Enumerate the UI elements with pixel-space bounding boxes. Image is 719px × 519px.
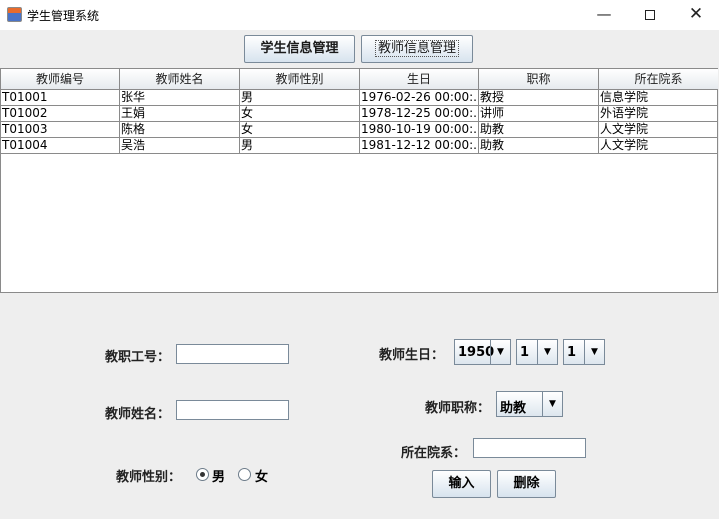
minimize-button[interactable]: —: [581, 0, 627, 30]
table-cell: 1978-12-25 00:00:...: [361, 106, 479, 121]
gender-male-label[interactable]: 男: [212, 466, 225, 485]
table-cell: 女: [240, 122, 360, 137]
table-cell: 男: [240, 138, 360, 153]
teacher-info-button[interactable]: 教师信息管理: [361, 35, 473, 63]
window-title: 学生管理系统: [27, 9, 100, 23]
birth-year-select[interactable]: 1950 ▼: [454, 339, 511, 365]
teacher-name-field[interactable]: [176, 400, 289, 420]
birth-month-select[interactable]: 1 ▼: [516, 339, 558, 365]
table-header: 教师编号 教师姓名 教师性别 生日 职称 所在院系: [1, 69, 718, 90]
table-row[interactable]: T01004 吴浩 男 1981-12-12 00:00:... 助教 人文学院: [1, 138, 718, 154]
department-field[interactable]: [473, 438, 586, 458]
chevron-down-icon: ▼: [490, 340, 510, 364]
delete-button[interactable]: 删除: [497, 470, 556, 498]
teacher-table[interactable]: 教师编号 教师姓名 教师性别 生日 职称 所在院系 T01001 张华 男 19…: [0, 68, 718, 293]
table-cell: 讲师: [479, 106, 599, 121]
birthday-label: 教师生日：: [379, 348, 445, 363]
column-header[interactable]: 职称: [479, 69, 599, 90]
teacher-name-label: 教师姓名：: [105, 407, 171, 422]
column-header[interactable]: 教师编号: [1, 69, 120, 90]
staff-id-label: 教职工号：: [105, 350, 171, 365]
teacher-title-label: 教师职称：: [425, 401, 491, 416]
title-bar: 学生管理系统 — ✕: [0, 0, 719, 30]
table-cell: T01004: [1, 138, 120, 153]
table-cell: T01001: [1, 90, 120, 105]
chevron-down-icon: ▼: [542, 392, 562, 416]
table-cell: 教授: [479, 90, 599, 105]
java-app-icon: [7, 7, 22, 22]
birth-day-select[interactable]: 1 ▼: [563, 339, 605, 365]
table-cell: T01002: [1, 106, 120, 121]
chevron-down-icon: ▼: [584, 340, 604, 364]
staff-id-field[interactable]: [176, 344, 289, 364]
gender-male-radio[interactable]: [196, 468, 209, 481]
birth-day-value: 1: [567, 345, 577, 360]
table-cell: 助教: [479, 138, 599, 153]
table-cell: T01003: [1, 122, 120, 137]
teacher-title-value: 助教: [500, 401, 527, 416]
birth-year-value: 1950: [458, 345, 495, 360]
table-cell: 1980-10-19 00:00:...: [361, 122, 479, 137]
table-cell: 外语学院: [600, 106, 649, 120]
maximize-icon: [645, 10, 655, 20]
table-cell: 信息学院: [600, 90, 649, 104]
gender-female-radio[interactable]: [238, 468, 251, 481]
close-button[interactable]: ✕: [673, 0, 719, 30]
table-cell: 人文学院: [600, 138, 649, 152]
student-info-button[interactable]: 学生信息管理: [244, 35, 355, 63]
maximize-button[interactable]: [627, 0, 673, 30]
table-row[interactable]: T01003 陈格 女 1980-10-19 00:00:... 助教 人文学院: [1, 122, 718, 138]
column-header[interactable]: 生日: [360, 69, 479, 90]
table-cell: 1976-02-26 00:00:...: [361, 90, 479, 105]
table-cell: 助教: [479, 122, 599, 137]
column-header[interactable]: 教师性别: [240, 69, 360, 90]
department-label: 所在院系：: [401, 446, 467, 461]
table-cell: 1981-12-12 00:00:...: [361, 138, 479, 153]
table-cell: 男: [240, 90, 360, 105]
gender-female-label[interactable]: 女: [255, 466, 268, 485]
table-cell: 王娟: [120, 106, 240, 121]
column-header[interactable]: 所在院系: [599, 69, 718, 90]
table-row[interactable]: T01002 王娟 女 1978-12-25 00:00:... 讲师 外语学院: [1, 106, 718, 122]
table-row[interactable]: T01001 张华 男 1976-02-26 00:00:... 教授 信息学院: [1, 90, 718, 106]
table-body: T01001 张华 男 1976-02-26 00:00:... 教授 信息学院…: [1, 90, 718, 154]
table-cell: 吴浩: [120, 138, 240, 153]
teacher-info-label: 教师信息管理: [374, 40, 459, 57]
teacher-title-select[interactable]: 助教 ▼: [496, 391, 563, 417]
table-cell: 陈格: [120, 122, 240, 137]
column-header[interactable]: 教师姓名: [120, 69, 240, 90]
table-cell: 女: [240, 106, 360, 121]
input-button[interactable]: 输入: [432, 470, 491, 498]
chevron-down-icon: ▼: [537, 340, 557, 364]
birth-month-value: 1: [520, 345, 530, 360]
table-cell: 人文学院: [600, 122, 649, 136]
table-cell: 张华: [120, 90, 240, 105]
teacher-gender-label: 教师性别：: [116, 470, 182, 485]
